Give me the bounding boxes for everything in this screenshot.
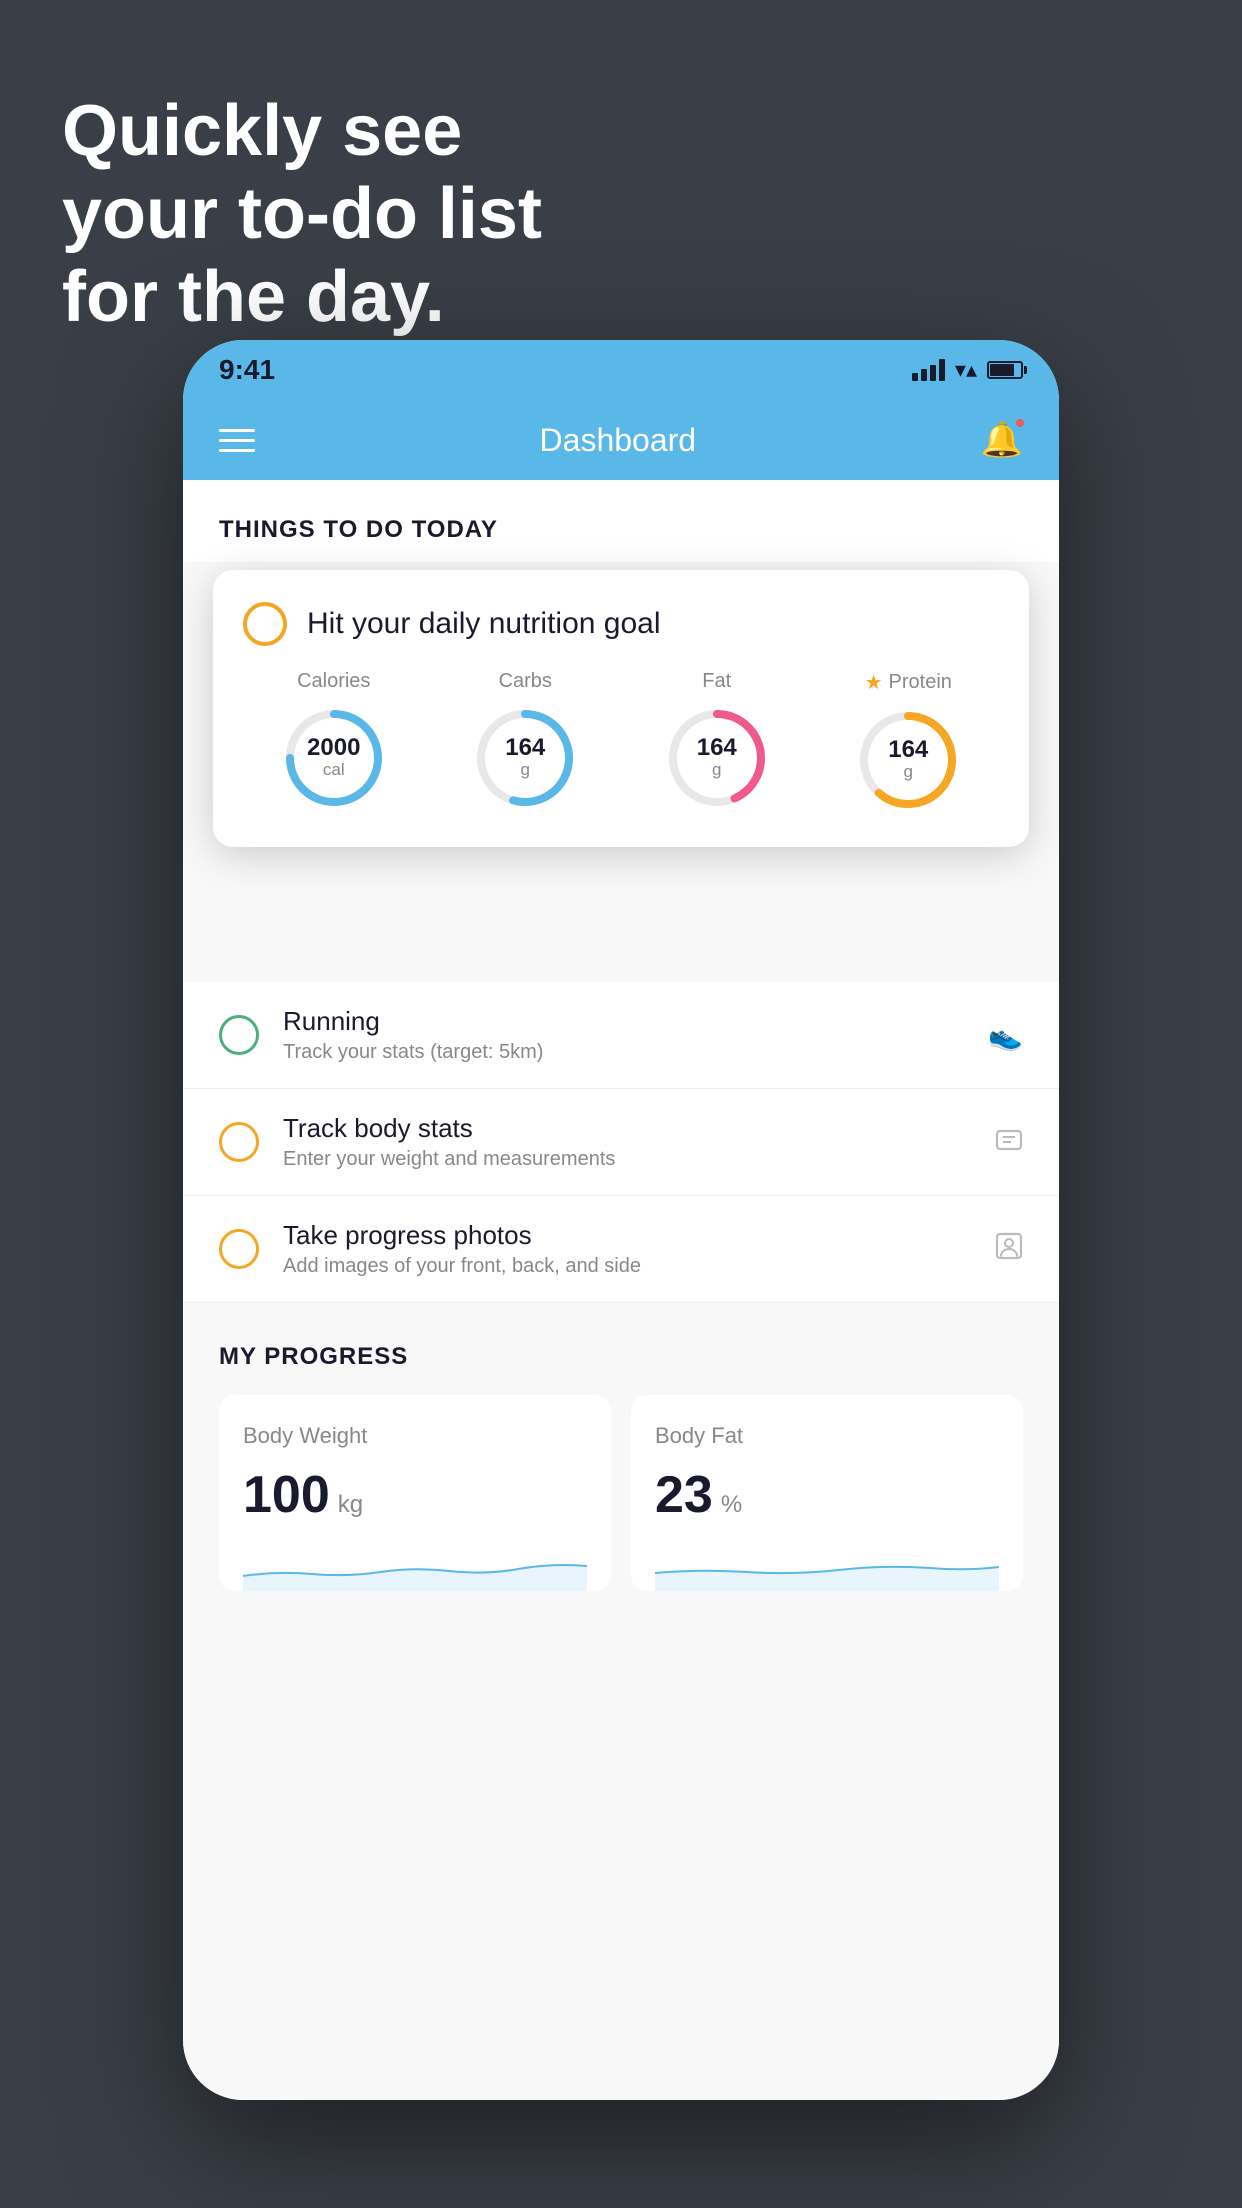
star-icon: ★: [865, 670, 883, 695]
carbs-unit: g: [505, 760, 545, 780]
status-icons: ▾▴: [912, 357, 1023, 383]
fat-label: Fat: [702, 670, 731, 693]
things-to-do-header: THINGS TO DO TODAY: [183, 480, 1059, 562]
calories-ring: 2000 cal: [279, 703, 389, 813]
fat-value: 164: [697, 736, 737, 760]
hamburger-menu-button[interactable]: [219, 429, 255, 452]
phone-mockup: 9:41 ▾▴ Dashboard 🔔 THINGS TO DO TOD: [183, 340, 1059, 2100]
nutrition-goal-title: Hit your daily nutrition goal: [307, 607, 661, 641]
photos-title: Take progress photos: [283, 1220, 971, 1251]
body-stats-subtitle: Enter your weight and measurements: [283, 1148, 971, 1171]
body-weight-card[interactable]: Body Weight 100 kg: [219, 1395, 611, 1591]
nav-title: Dashboard: [540, 422, 697, 459]
status-bar: 9:41 ▾▴: [183, 340, 1059, 400]
notification-bell-button[interactable]: 🔔: [981, 420, 1023, 460]
progress-cards: Body Weight 100 kg Body Fat: [219, 1395, 1023, 1591]
body-fat-value: 23 %: [655, 1465, 999, 1525]
todo-item-body-stats[interactable]: Track body stats Enter your weight and m…: [183, 1089, 1059, 1196]
carbs-value: 164: [505, 736, 545, 760]
photos-text: Take progress photos Add images of your …: [283, 1220, 971, 1278]
my-progress-section: MY PROGRESS Body Weight 100 kg: [183, 1303, 1059, 1621]
body-stats-check-circle: [219, 1122, 259, 1162]
carbs-label: Carbs: [499, 670, 552, 693]
todo-item-photos[interactable]: Take progress photos Add images of your …: [183, 1196, 1059, 1303]
protein-value: 164: [888, 738, 928, 762]
body-stats-title: Track body stats: [283, 1113, 971, 1144]
notification-dot: [1014, 417, 1026, 429]
running-subtitle: Track your stats (target: 5km): [283, 1041, 964, 1064]
nutrition-card-header: Hit your daily nutrition goal: [243, 602, 999, 646]
app-content: THINGS TO DO TODAY Hit your daily nutrit…: [183, 480, 1059, 2100]
calories-stat: Calories 2000 cal: [279, 670, 389, 815]
body-fat-chart: [655, 1541, 999, 1591]
body-fat-unit: %: [721, 1491, 742, 1519]
nutrition-stats: Calories 2000 cal Carbs: [243, 670, 999, 815]
photos-check-circle: [219, 1229, 259, 1269]
headline-line1: Quickly see: [62, 91, 462, 171]
photos-subtitle: Add images of your front, back, and side: [283, 1255, 971, 1278]
running-text: Running Track your stats (target: 5km): [283, 1006, 964, 1064]
signal-bars-icon: [912, 359, 945, 381]
nutrition-card[interactable]: Hit your daily nutrition goal Calories 2…: [213, 570, 1029, 847]
shoe-icon: 👟: [988, 1019, 1023, 1052]
body-fat-card-title: Body Fat: [655, 1423, 999, 1449]
carbs-stat: Carbs 164 g: [470, 670, 580, 815]
fat-ring: 164 g: [662, 703, 772, 813]
my-progress-title: MY PROGRESS: [219, 1343, 1023, 1371]
calories-value: 2000: [307, 736, 360, 760]
todo-item-running[interactable]: Running Track your stats (target: 5km) 👟: [183, 982, 1059, 1089]
body-weight-value: 100 kg: [243, 1465, 587, 1525]
body-stats-text: Track body stats Enter your weight and m…: [283, 1113, 971, 1171]
wifi-icon: ▾▴: [955, 357, 977, 383]
body-weight-card-title: Body Weight: [243, 1423, 587, 1449]
status-time: 9:41: [219, 354, 275, 386]
background-headline: Quickly see your to-do list for the day.: [62, 90, 542, 338]
battery-icon: [987, 361, 1023, 379]
protein-label: ★ Protein: [865, 670, 952, 695]
protein-stat: ★ Protein 164 g: [853, 670, 963, 815]
body-weight-number: 100: [243, 1465, 330, 1525]
todo-list: Running Track your stats (target: 5km) 👟…: [183, 982, 1059, 1303]
headline-line2: your to-do list: [62, 174, 542, 254]
scale-icon: [995, 1125, 1023, 1160]
protein-unit: g: [888, 762, 928, 782]
fat-unit: g: [697, 760, 737, 780]
nutrition-check-circle: [243, 602, 287, 646]
nav-bar: Dashboard 🔔: [183, 400, 1059, 480]
fat-stat: Fat 164 g: [662, 670, 772, 815]
portrait-icon: [995, 1232, 1023, 1267]
calories-unit: cal: [307, 760, 360, 780]
running-check-circle: [219, 1015, 259, 1055]
calories-label: Calories: [297, 670, 370, 693]
headline-line3: for the day.: [62, 257, 445, 337]
body-weight-chart: [243, 1541, 587, 1591]
body-fat-number: 23: [655, 1465, 713, 1525]
running-title: Running: [283, 1006, 964, 1037]
body-fat-card[interactable]: Body Fat 23 %: [631, 1395, 1023, 1591]
body-weight-unit: kg: [338, 1491, 363, 1519]
protein-ring: 164 g: [853, 705, 963, 815]
carbs-ring: 164 g: [470, 703, 580, 813]
